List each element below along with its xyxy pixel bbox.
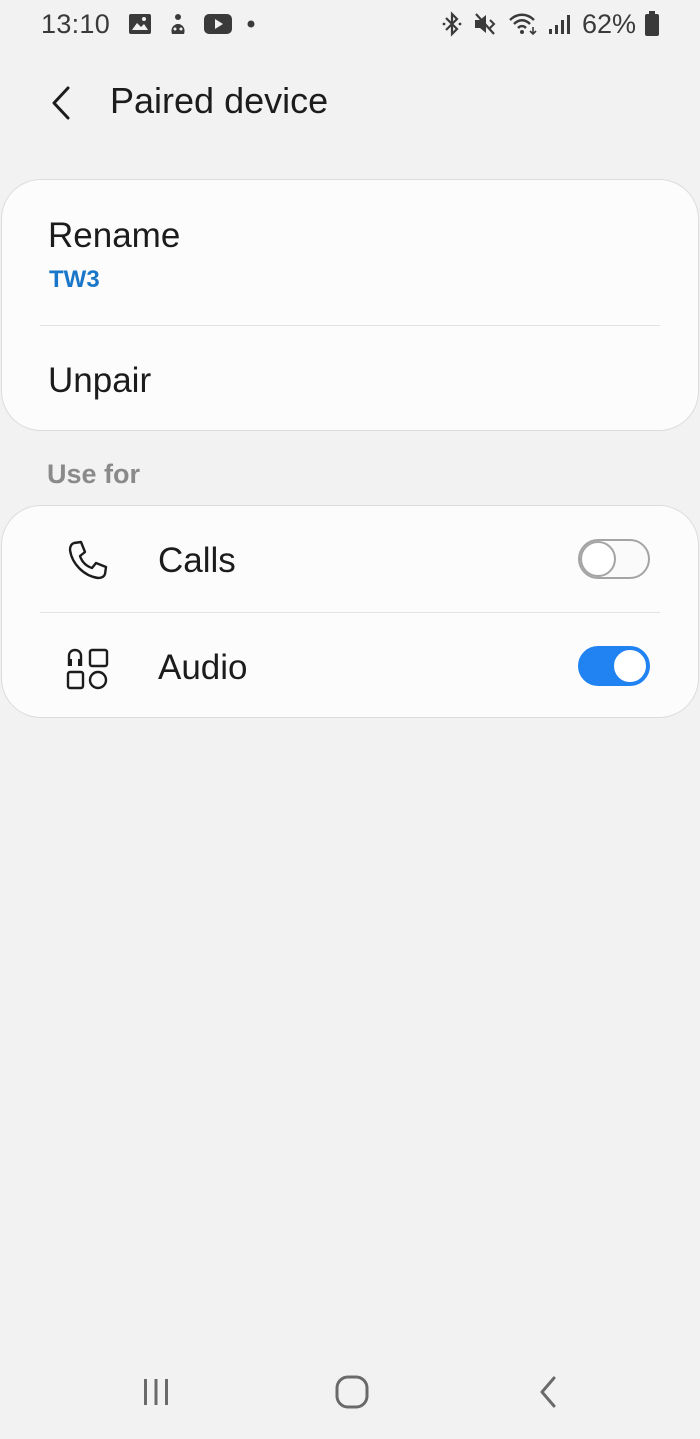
status-bar: 13:10 62% (0, 0, 700, 48)
gallery-icon (128, 13, 152, 35)
recent-apps-icon (144, 1379, 168, 1405)
mute-icon (472, 11, 498, 37)
use-for-card: Calls Audio (1, 505, 699, 718)
device-name: TW3 (49, 266, 100, 293)
youtube-icon (204, 14, 233, 34)
option-label-calls: Calls (158, 541, 236, 580)
app-header: Paired device (0, 60, 700, 146)
phone-icon (64, 536, 112, 584)
nav-back-button[interactable] (518, 1362, 578, 1422)
option-row-audio[interactable]: Audio (2, 613, 698, 719)
navigation-bar (0, 1350, 700, 1439)
toggle-knob (580, 541, 616, 577)
page-title: Paired device (110, 80, 329, 121)
battery-percent: 62% (581, 8, 636, 39)
audio-apps-icon (64, 645, 112, 693)
toggle-knob (612, 648, 648, 684)
home-icon (335, 1375, 369, 1409)
chevron-left-icon (52, 86, 70, 120)
wifi-icon (508, 12, 538, 36)
section-label-use-for: Use for (47, 459, 141, 489)
rename-row[interactable]: Rename TW3 (2, 180, 698, 325)
option-label-audio: Audio (158, 648, 248, 687)
signal-icon (548, 13, 572, 35)
status-left: 13:10 (41, 9, 270, 40)
unpair-label: Unpair (48, 361, 152, 400)
calls-toggle[interactable] (578, 539, 650, 579)
unpair-row[interactable]: Unpair (2, 326, 698, 432)
option-row-calls[interactable]: Calls (2, 506, 698, 612)
status-right: 62% (442, 9, 660, 40)
device-options-card: Rename TW3 Unpair (1, 179, 699, 431)
recent-apps-button[interactable] (126, 1362, 186, 1422)
audio-toggle[interactable] (578, 646, 650, 686)
back-button[interactable] (36, 78, 86, 128)
rename-label: Rename (48, 216, 181, 255)
home-button[interactable] (322, 1362, 382, 1422)
back-icon (540, 1376, 556, 1408)
game-icon (166, 12, 190, 36)
battery-icon (644, 11, 660, 37)
notification-dot-icon (246, 19, 256, 29)
status-time: 13:10 (41, 8, 111, 39)
bluetooth-icon (442, 11, 462, 37)
